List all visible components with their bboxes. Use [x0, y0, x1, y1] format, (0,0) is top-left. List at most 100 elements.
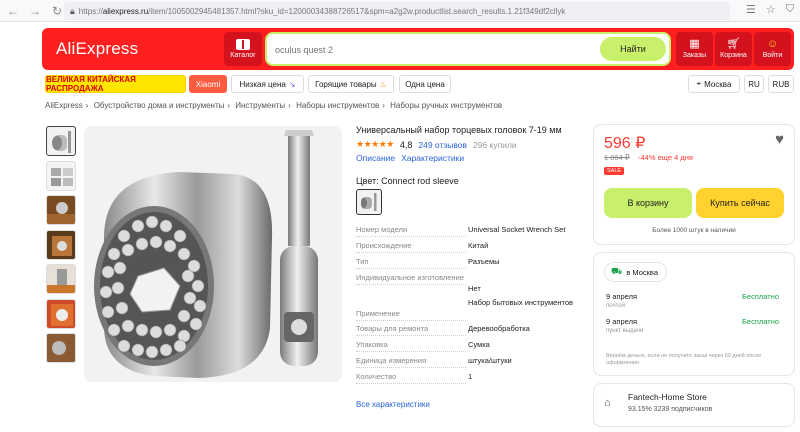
- buy-now-button[interactable]: Купить сейчас: [696, 188, 784, 218]
- thumbnail[interactable]: [46, 126, 76, 156]
- price: 596 ₽: [604, 135, 646, 152]
- promo-low-price-label: Низкая цена: [239, 79, 286, 89]
- bookmark-star-icon[interactable]: ☆: [766, 3, 776, 16]
- spec-value: 1: [468, 372, 473, 381]
- promo-low-price[interactable]: Низкая цена ↘: [231, 75, 304, 93]
- login-label: Войти: [762, 52, 783, 59]
- breadcrumb-item[interactable]: Наборы ручных инструментов: [390, 101, 502, 110]
- delivery-price: Бесплатно: [742, 292, 780, 301]
- buy-box: 596 ₽ 1 064 ₽ -44% еще 4 дня SALE ♥ В ко…: [593, 124, 795, 245]
- store-icon: ⌂: [604, 397, 611, 409]
- url-path: /item/1005002945481357.html?sku_id=12000…: [148, 6, 566, 16]
- product-info: Универсальный набор торцевых головок 7-1…: [356, 124, 584, 215]
- color-swatch[interactable]: [356, 189, 382, 215]
- delivery-date: 9 апреля: [606, 317, 638, 326]
- all-specs-link[interactable]: Все характеристики: [356, 400, 430, 409]
- orders-label: Заказы: [682, 52, 707, 59]
- breadcrumb-item[interactable]: Обустройство дома и инструменты: [94, 101, 225, 110]
- spec-key: Происхождение: [356, 241, 466, 253]
- tab-description[interactable]: Описание: [356, 153, 395, 163]
- spec-key: Количество: [356, 372, 466, 384]
- spec-row: Количество 1: [356, 372, 584, 388]
- thumbnail[interactable]: [46, 195, 76, 225]
- thumbnail-list: [46, 126, 76, 368]
- aliexpress-logo[interactable]: AliExpress: [56, 39, 138, 59]
- refund-notice: Вернём деньги, если не получите заказ че…: [606, 353, 762, 366]
- login-button[interactable]: ☺ Войти: [754, 32, 791, 66]
- spec-key: Тип: [356, 257, 466, 269]
- shield-icon[interactable]: ⛉: [786, 3, 794, 16]
- forward-icon[interactable]: →: [26, 2, 44, 20]
- location-label: Москва: [704, 79, 732, 89]
- catalog-icon: [236, 39, 250, 50]
- cart-button[interactable]: 🛒︎ Корзина: [715, 32, 752, 66]
- url-scheme: https://: [78, 6, 103, 16]
- reader-icon[interactable]: ☰: [746, 3, 756, 16]
- catalog-button[interactable]: Каталог: [224, 32, 262, 66]
- pin-icon: ⌖: [696, 79, 702, 88]
- spec-row: Упаковка Сумка: [356, 340, 584, 356]
- delivery-date: 9 апреля: [606, 292, 638, 301]
- lock-icon: 🔒︎: [70, 5, 75, 16]
- spec-row: Происхождение Китай: [356, 241, 584, 257]
- tab-characteristics[interactable]: Характеристики: [401, 153, 464, 163]
- search-button[interactable]: Найти: [600, 37, 666, 61]
- breadcrumb-item[interactable]: Инструменты: [235, 101, 285, 110]
- fire-icon: ♨: [379, 79, 387, 89]
- delivery-method: почтой: [606, 303, 625, 309]
- stock-info: Более 1000 штук в наличии: [652, 227, 736, 234]
- promo-xiaomi[interactable]: Xiaomi: [189, 75, 227, 93]
- thumbnail[interactable]: [46, 333, 76, 363]
- breadcrumb: AliExpress › Обустройство дома и инструме…: [45, 101, 503, 110]
- spec-value: Сумка: [468, 340, 490, 349]
- orders-button[interactable]: ▦ Заказы: [676, 32, 713, 66]
- delivery-city-label: в Москва: [626, 267, 659, 277]
- specs-table: Номер модели Universal Socket Wrench Set …: [356, 225, 584, 388]
- sale-badge: SALE: [604, 167, 625, 175]
- box-icon: ▦: [689, 38, 700, 50]
- thumbnail[interactable]: [46, 160, 76, 191]
- currency-button[interactable]: RUB: [768, 75, 794, 93]
- delivery-city-button[interactable]: ⛟ в Москва: [604, 262, 668, 282]
- thumbnail[interactable]: [46, 264, 76, 294]
- spec-row: Индивидуальное изготовление Нет: [356, 273, 584, 298]
- old-price: 1 064 ₽: [604, 153, 630, 162]
- add-to-cart-button[interactable]: В корзину: [604, 188, 692, 218]
- discount-label: -44% еще 4 дня: [638, 153, 693, 162]
- product-title: Универсальный набор торцевых головок 7-1…: [356, 125, 562, 135]
- spec-value: штука/штуки: [468, 356, 512, 365]
- breadcrumb-item[interactable]: AliExpress: [45, 101, 83, 110]
- spec-row: Единица измерения штука/штуки: [356, 356, 584, 372]
- spec-key: Товары для ремонта: [356, 324, 466, 336]
- smile-icon: ☺: [766, 38, 779, 50]
- location-button[interactable]: ⌖ Москва: [688, 75, 740, 93]
- promo-great-sale[interactable]: ВЕЛИКАЯ КИТАЙСКАЯ РАСПРОДАЖА: [45, 75, 186, 93]
- back-icon[interactable]: ←: [4, 2, 22, 20]
- color-label: Цвет: Connect rod sleeve: [356, 176, 459, 186]
- catalog-label: Каталог: [230, 52, 256, 59]
- heart-icon[interactable]: ♥: [775, 131, 784, 148]
- promo-one-price[interactable]: Одна цена: [399, 75, 451, 93]
- cart-label: Корзина: [720, 52, 747, 59]
- reviews-link[interactable]: 249 отзывов: [418, 140, 467, 150]
- spec-row: Тип Разъемы: [356, 257, 584, 273]
- product-main-image[interactable]: [84, 126, 342, 382]
- search-box: Найти: [265, 32, 671, 66]
- site-header: AliExpress Каталог Найти ▦ Заказы 🛒︎ Кор…: [42, 28, 794, 70]
- spec-row: Номер модели Universal Socket Wrench Set: [356, 225, 584, 241]
- trend-down-icon: ↘: [288, 79, 296, 89]
- spec-row: Применение Набор бытовых инструментов: [356, 298, 584, 324]
- promo-hot-goods[interactable]: Горящие товары ♨: [308, 75, 394, 93]
- spec-value: Набор бытовых инструментов: [468, 298, 573, 307]
- breadcrumb-item[interactable]: Наборы инструментов: [296, 101, 379, 110]
- thumbnail[interactable]: [46, 229, 76, 260]
- delivery-method: пункт выдачи: [606, 328, 644, 334]
- delivery-price: Бесплатно: [742, 317, 780, 326]
- url-bar[interactable]: 🔒︎ https://aliexpress.ru/item/1005002945…: [64, 2, 730, 20]
- thumbnail[interactable]: [46, 298, 76, 329]
- search-input[interactable]: [275, 40, 595, 60]
- delivery-option: 9 апреля почтой: [606, 292, 637, 309]
- store-card[interactable]: ⌂ Fantech-Home Store 93.15% 3239 подписч…: [593, 383, 795, 427]
- language-button[interactable]: RU: [744, 75, 764, 93]
- store-name[interactable]: Fantech-Home Store: [628, 392, 707, 402]
